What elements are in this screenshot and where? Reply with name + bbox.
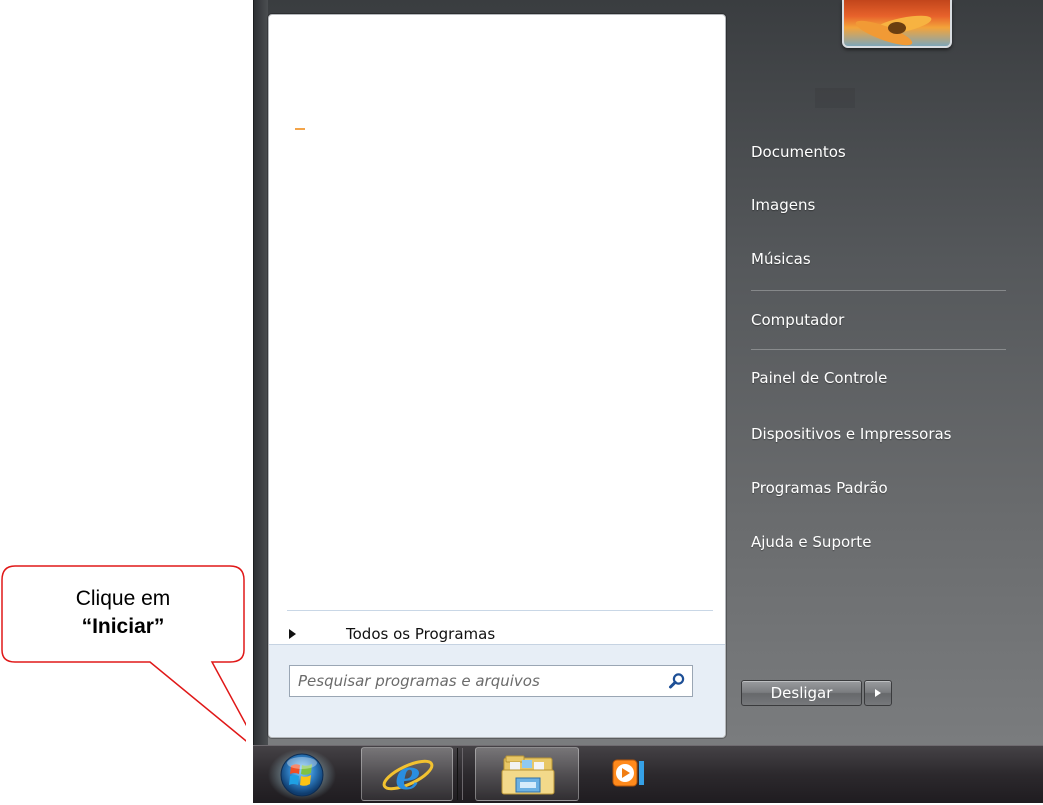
menu-item-imagens[interactable]: Imagens	[740, 189, 1005, 221]
taskbar-windows-explorer[interactable]	[475, 747, 579, 801]
media-player-icon	[612, 759, 644, 787]
right-pane-separator	[751, 290, 1006, 291]
shutdown-button[interactable]: Desligar	[741, 680, 862, 706]
shutdown-options-button[interactable]	[864, 680, 892, 706]
search-input[interactable]	[290, 668, 662, 694]
taskbar-internet-explorer[interactable]: e	[361, 747, 453, 801]
right-pane-separator	[751, 349, 1006, 350]
taskbar-media-player[interactable]	[599, 747, 671, 801]
start-button[interactable]	[265, 747, 339, 801]
arrow-right-icon	[875, 689, 881, 697]
all-programs-label: Todos os Programas	[346, 625, 496, 643]
shutdown-group: Desligar	[741, 680, 892, 706]
taskbar: e	[253, 745, 1043, 803]
callout-line-2: “Iniciar”	[81, 615, 165, 638]
start-menu-left-pane: Todos os Programas	[268, 14, 726, 738]
search-area	[269, 644, 725, 737]
windows-start-orb-icon	[268, 749, 336, 801]
taskbar-divider	[457, 748, 463, 800]
callout-line-1: Clique em	[75, 587, 171, 610]
search-icon[interactable]	[662, 667, 692, 695]
search-box[interactable]	[289, 665, 693, 697]
svg-text:e: e	[395, 752, 420, 799]
user-name-placeholder	[815, 88, 855, 108]
user-picture[interactable]	[842, 0, 952, 48]
menu-item-ajuda-e-suporte[interactable]: Ajuda e Suporte	[740, 526, 1005, 558]
menu-item-programas-padrao[interactable]: Programas Padrão	[740, 472, 1005, 504]
internet-explorer-icon: e	[382, 752, 434, 799]
menu-item-computador[interactable]: Computador	[740, 304, 1005, 336]
menu-item-documentos[interactable]: Documentos	[740, 136, 1005, 168]
pinned-item-marker	[295, 128, 305, 130]
windows-explorer-folder-icon	[501, 755, 555, 795]
menu-item-musicas[interactable]: Músicas	[740, 243, 1005, 275]
menu-item-painel-de-controle[interactable]: Painel de Controle	[740, 362, 1005, 394]
expand-arrow-icon	[289, 629, 296, 639]
menu-item-dispositivos-e-impressoras[interactable]: Dispositivos e Impressoras	[740, 418, 1005, 450]
left-pane-divider	[287, 610, 713, 611]
callout-text: Clique em “Iniciar”	[0, 585, 246, 641]
